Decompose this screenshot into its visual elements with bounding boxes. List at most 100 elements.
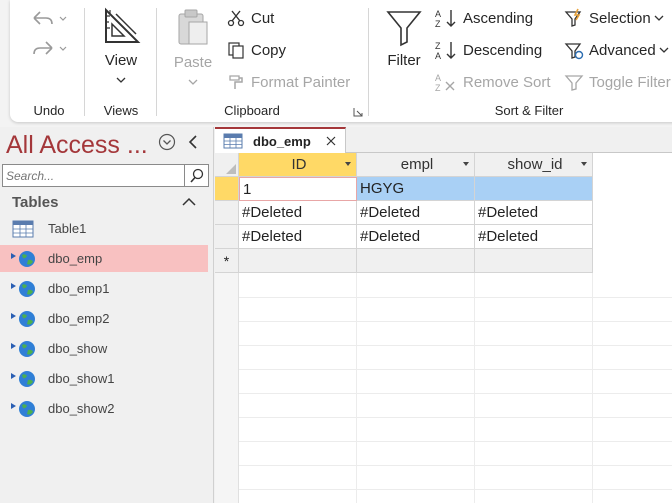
table-cell[interactable]: #Deleted xyxy=(239,201,357,225)
new-record-selector[interactable]: * xyxy=(215,249,239,273)
toggle-filter-button[interactable]: Toggle Filter xyxy=(564,72,671,92)
dropdown-arrow-icon[interactable] xyxy=(463,162,469,166)
format-painter-button[interactable]: Format Painter xyxy=(226,72,350,92)
scissors-icon xyxy=(226,8,246,28)
corner-triangle-icon xyxy=(226,164,236,174)
linked-table-icon xyxy=(11,341,35,357)
sort-descending-button[interactable]: ZA Descending xyxy=(434,40,542,60)
nav-item-label: dbo_emp2 xyxy=(48,311,110,326)
paste-label: Paste xyxy=(173,54,213,71)
gridline xyxy=(239,393,672,394)
undo-icon xyxy=(33,11,67,25)
cell-value: #Deleted xyxy=(360,204,421,221)
nav-item-label: dbo_emp xyxy=(48,251,103,266)
cell-value: #Deleted xyxy=(242,228,303,245)
selection-label: Selection xyxy=(589,9,651,27)
copy-button[interactable]: Copy xyxy=(226,40,286,60)
nav-item-dbo-emp[interactable]: dbo_emp xyxy=(0,245,208,272)
tab-label: dbo_emp xyxy=(253,133,311,149)
sort-ascending-button[interactable]: AZ Ascending xyxy=(434,8,533,28)
table-cell[interactable]: #Deleted xyxy=(357,225,475,249)
nav-item-dbo-emp2[interactable]: dbo_emp2 xyxy=(0,305,208,332)
document-area: dbo_emp ID empl show_id 1 HGYG #Deleted … xyxy=(215,127,672,503)
svg-text:Z: Z xyxy=(435,83,441,92)
table-cell[interactable] xyxy=(475,177,593,201)
empty-grid-area xyxy=(215,273,672,503)
separator xyxy=(368,8,369,116)
record-selector[interactable] xyxy=(215,225,239,249)
table-cell[interactable]: 1 xyxy=(239,177,357,201)
format-painter-icon xyxy=(226,72,246,92)
column-header-label: ID xyxy=(291,156,307,173)
column-header-id[interactable]: ID xyxy=(239,153,357,177)
tab-dbo-emp[interactable]: dbo_emp xyxy=(215,127,346,153)
ribbon: Undo View Views Paste Cut Copy Format Pa… xyxy=(0,0,672,127)
linked-table-icon xyxy=(11,311,35,327)
redo-icon xyxy=(33,41,67,55)
table-cell[interactable]: #Deleted xyxy=(475,201,593,225)
nav-search-input[interactable] xyxy=(2,164,185,187)
dropdown-arrow-icon[interactable] xyxy=(581,162,587,166)
gridline xyxy=(239,465,672,466)
nav-item-label: dbo_emp1 xyxy=(48,281,110,296)
advanced-button[interactable]: Advanced xyxy=(564,40,669,60)
filter-icon xyxy=(386,11,422,47)
nav-item-label: dbo_show xyxy=(48,341,108,356)
view-button[interactable]: View xyxy=(94,4,148,92)
nav-item-dbo-show[interactable]: dbo_show xyxy=(0,335,208,362)
search-icon xyxy=(189,168,203,183)
linked-table-icon xyxy=(11,401,35,417)
new-row-cell[interactable] xyxy=(357,249,475,273)
close-icon[interactable] xyxy=(325,135,337,147)
undo-button[interactable] xyxy=(28,6,68,30)
sort-filter-group-label: Sort & Filter xyxy=(494,103,564,118)
collapse-pane-icon[interactable] xyxy=(186,133,200,151)
cut-button[interactable]: Cut xyxy=(226,8,274,28)
advanced-filter-icon xyxy=(564,40,584,60)
column-header-show-id[interactable]: show_id xyxy=(475,153,593,177)
table-cell[interactable]: #Deleted xyxy=(239,225,357,249)
table-cell[interactable]: HGYG xyxy=(357,177,475,201)
chevron-up-icon[interactable] xyxy=(182,197,196,207)
remove-sort-button[interactable]: AZ Remove Sort xyxy=(434,72,551,92)
nav-search-button[interactable] xyxy=(185,164,209,187)
record-selector[interactable] xyxy=(215,177,239,201)
svg-text:Z: Z xyxy=(435,41,441,51)
undo-group-label: Undo xyxy=(33,103,65,118)
gridline xyxy=(239,369,672,370)
design-view-icon xyxy=(105,7,141,43)
nav-section-tables[interactable]: Tables xyxy=(12,194,58,211)
record-selector[interactable] xyxy=(215,201,239,225)
cell-value: HGYG xyxy=(360,180,405,197)
nav-pane-title[interactable]: All Access ... xyxy=(6,131,148,160)
table-cell[interactable]: #Deleted xyxy=(357,201,475,225)
column-header-empl[interactable]: empl xyxy=(357,153,475,177)
gridline xyxy=(239,441,672,442)
separator xyxy=(156,8,157,116)
redo-button[interactable] xyxy=(28,36,68,60)
clipboard-group-label: Clipboard xyxy=(224,103,280,118)
paste-button[interactable]: Paste xyxy=(168,6,218,90)
filter-button[interactable]: Filter xyxy=(380,6,428,90)
dropdown-arrow-icon[interactable] xyxy=(345,162,351,166)
new-row-cell[interactable] xyxy=(475,249,593,273)
nav-item-dbo-emp1[interactable]: dbo_emp1 xyxy=(0,275,208,302)
table-cell[interactable]: #Deleted xyxy=(475,225,593,249)
paste-icon xyxy=(178,9,208,45)
copy-label: Copy xyxy=(251,41,287,59)
new-row-cell[interactable] xyxy=(239,249,357,273)
dialog-launcher-icon[interactable] xyxy=(353,107,363,117)
descending-label: Descending xyxy=(463,41,543,59)
nav-item-dbo-show2[interactable]: dbo_show2 xyxy=(0,395,208,422)
nav-item-table1[interactable]: Table1 xyxy=(0,215,208,242)
gridline xyxy=(239,321,672,322)
nav-item-label: dbo_show2 xyxy=(48,401,115,416)
document-tabbar: dbo_emp xyxy=(215,127,672,153)
selection-button[interactable]: Selection xyxy=(564,8,664,28)
cell-value: #Deleted xyxy=(360,228,421,245)
nav-pane-menu-icon[interactable] xyxy=(158,133,176,151)
nav-item-dbo-show1[interactable]: dbo_show1 xyxy=(0,365,208,392)
copy-icon xyxy=(226,40,246,60)
navigation-pane: All Access ... Tables Table1 dbo_emp xyxy=(0,127,214,503)
select-all-corner[interactable] xyxy=(215,153,239,177)
